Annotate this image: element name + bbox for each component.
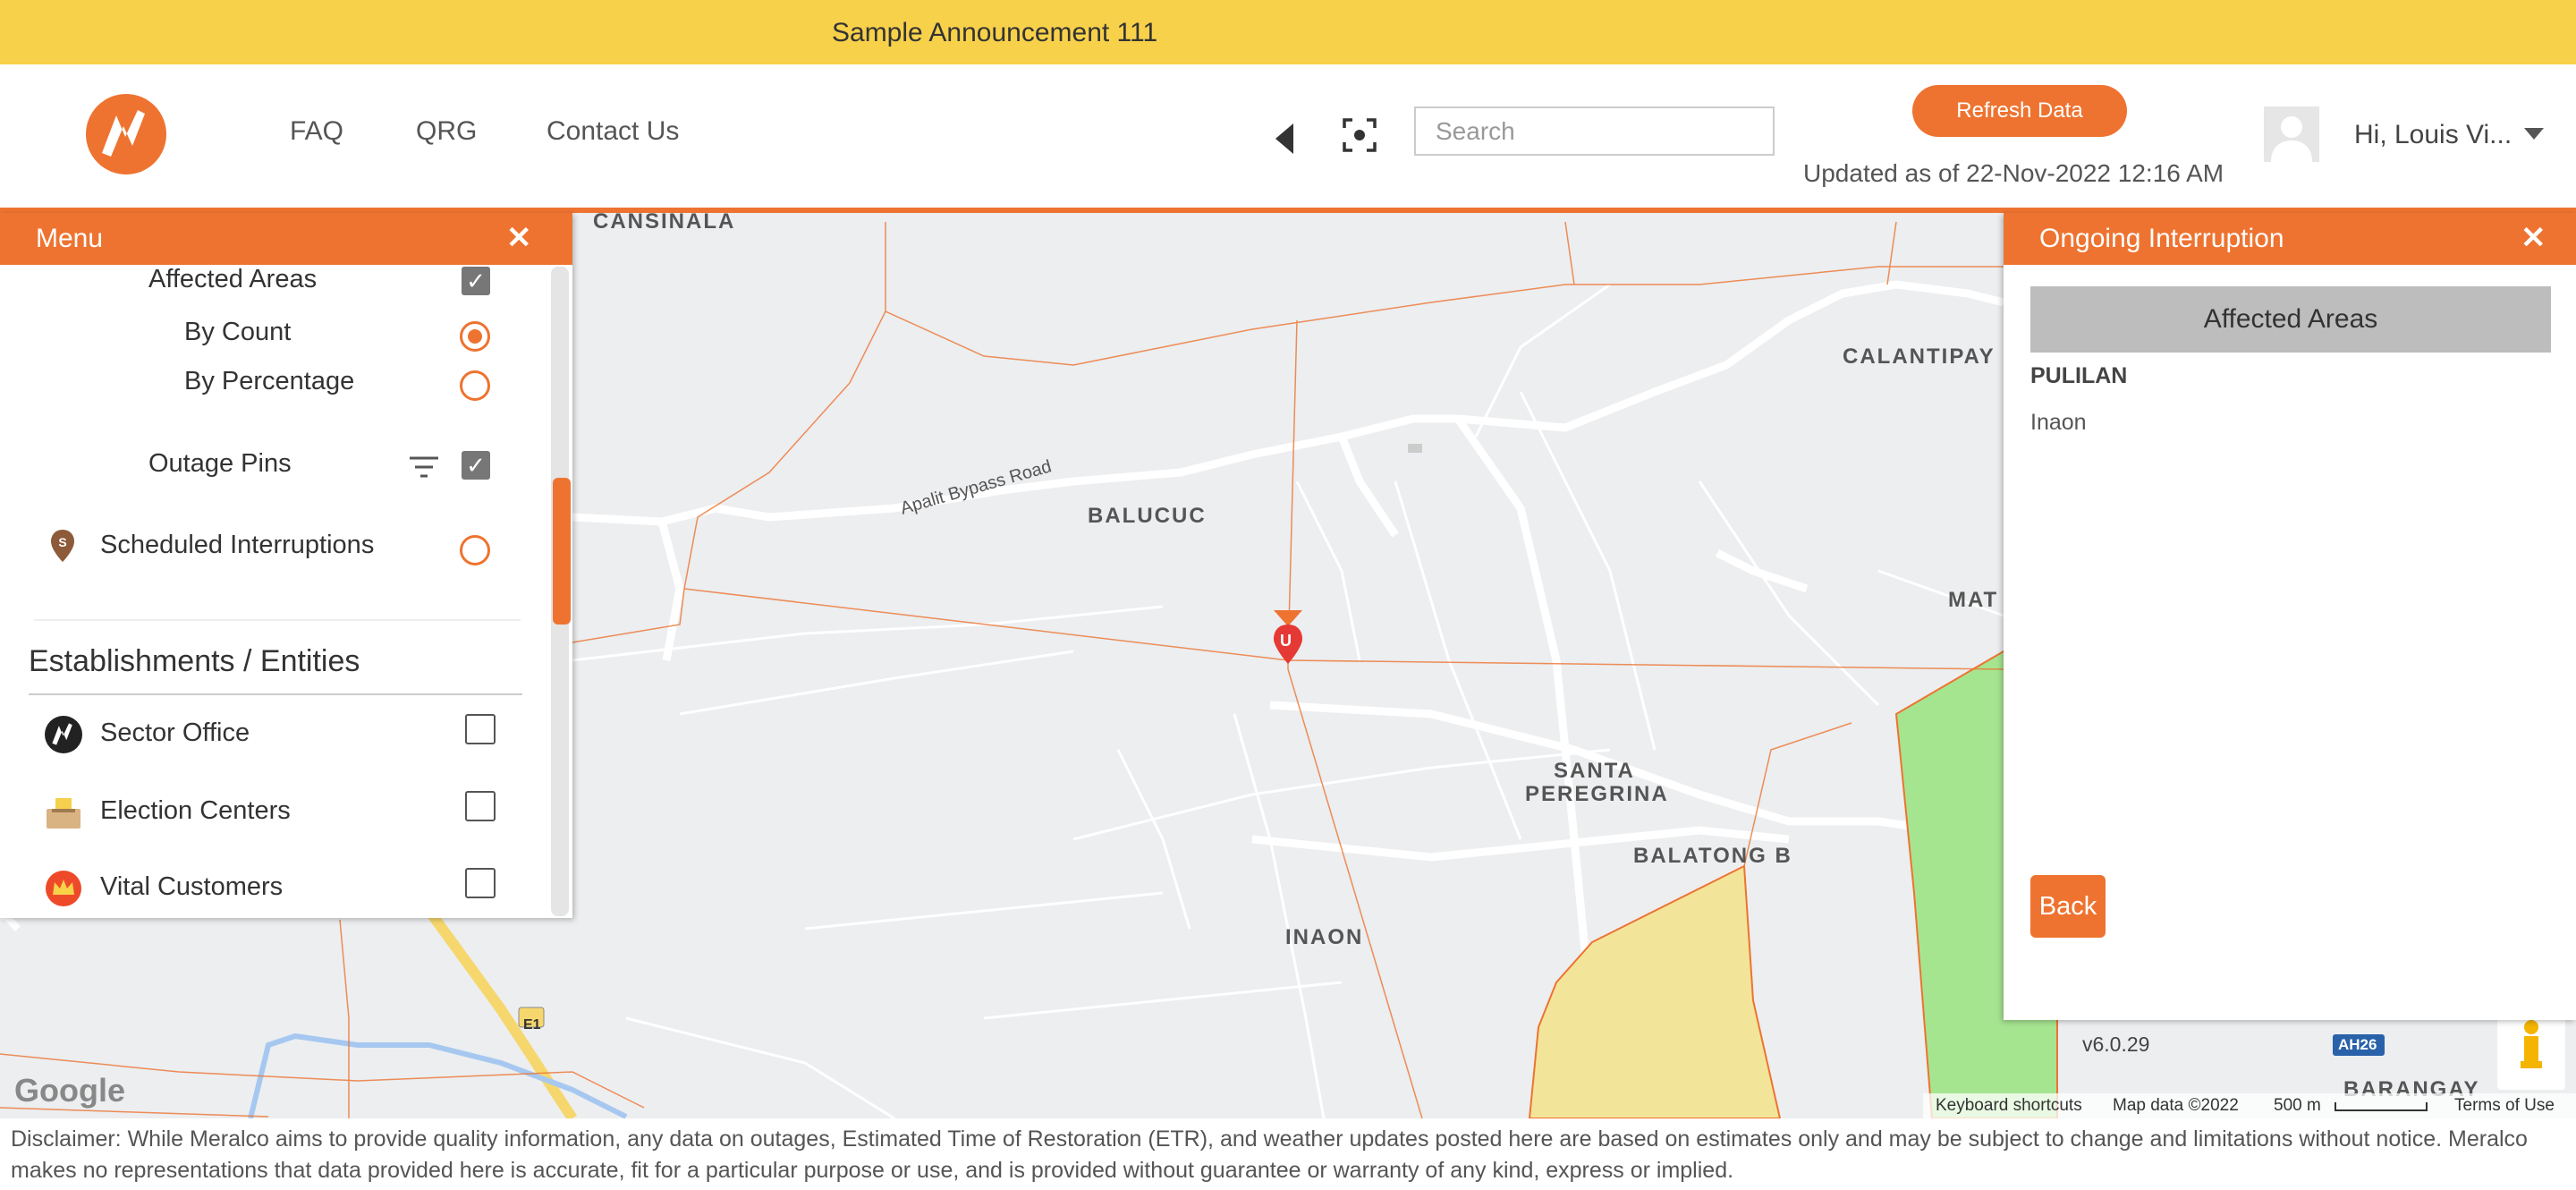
by-percentage-label: By Percentage [184, 367, 355, 395]
menu-header: Menu ✕ [0, 213, 572, 265]
entity-label: Vital Customers [100, 872, 284, 901]
disclaimer-text: Disclaimer: While Meralco aims to provid… [11, 1126, 2528, 1183]
election-centers-checkbox[interactable] [465, 791, 496, 821]
collapse-left-icon[interactable] [1275, 123, 1293, 154]
svg-text:S: S [58, 535, 66, 549]
nav-qrg[interactable]: QRG [416, 116, 477, 147]
ongoing-interruption-header: Ongoing Interruption ✕ [2004, 213, 2576, 265]
by-count-radio[interactable] [460, 321, 490, 352]
version-text: v6.0.29 [2082, 1033, 2150, 1056]
outage-pins-label: Outage Pins [148, 449, 292, 478]
map-label-peregrina: PEREGRINA [1525, 782, 1669, 806]
affected-areas-button[interactable]: Affected Areas [2030, 286, 2551, 353]
menu-title: Menu [36, 224, 104, 253]
entity-label: Election Centers [100, 796, 291, 825]
by-count-label: By Count [184, 318, 292, 346]
map-attribution: Keyboard shortcuts Map data ©2022 500 m … [1923, 1093, 2576, 1118]
map-label-santa: SANTA [1554, 759, 1635, 783]
menu-panel: Menu ✕ Affected Areas ✓ By Count By Perc… [0, 213, 572, 918]
refresh-data-button[interactable]: Refresh Data [1912, 85, 2127, 137]
close-panel-icon[interactable]: ✕ [2521, 220, 2546, 256]
user-greeting[interactable]: Hi, Louis Vi... [2354, 120, 2512, 150]
back-button[interactable]: Back [2030, 875, 2106, 938]
ongoing-interruption-title: Ongoing Interruption [2039, 224, 2284, 253]
scheduled-interruptions-label: Scheduled Interruptions [100, 531, 375, 559]
affected-areas-checkbox[interactable]: ✓ [462, 267, 490, 295]
e1-route-badge: E1 [523, 1017, 541, 1033]
scale-text[interactable]: 500 m [2274, 1096, 2321, 1116]
keyboard-shortcuts-link[interactable]: Keyboard shortcuts [1936, 1096, 2082, 1116]
chevron-down-icon[interactable] [2524, 128, 2544, 140]
meralco-logo-icon [45, 716, 82, 753]
by-percentage-radio[interactable] [460, 370, 490, 401]
street-view-pegman-icon[interactable] [2497, 1009, 2565, 1090]
establishments-section-title: Establishments / Entities [29, 644, 360, 678]
scheduled-pin-icon: S [48, 528, 77, 564]
crown-icon [45, 870, 82, 907]
filter-icon[interactable] [408, 455, 440, 480]
map-label-calantipay: CALANTIPAY [1843, 344, 1996, 369]
terms-of-use-link[interactable]: Terms of Use [2454, 1096, 2555, 1116]
sector-office-checkbox[interactable] [465, 714, 496, 744]
announcement-text: Sample Announcement 111 [832, 18, 1158, 47]
affected-areas-label: Affected Areas [148, 265, 318, 293]
ongoing-interruption-panel: Ongoing Interruption ✕ Affected Areas PU… [2004, 213, 2576, 1020]
divider [34, 619, 521, 621]
nav-faq[interactable]: FAQ [290, 116, 343, 147]
scale-bar [2334, 1102, 2428, 1111]
map-label-cansinala: CANSINALA [593, 213, 736, 234]
updated-timestamp: Updated as of 22-Nov-2022 12:16 AM [1803, 159, 2224, 187]
entity-label: Sector Office [100, 718, 250, 747]
announcement-bar: Sample Announcement 111 [0, 0, 2576, 64]
menu-scrollbar-thumb[interactable] [553, 478, 571, 625]
search-input[interactable] [1414, 106, 1775, 156]
barangay-name: Inaon [2030, 410, 2087, 435]
meralco-logo-icon[interactable] [86, 94, 166, 174]
close-menu-icon[interactable]: ✕ [506, 220, 532, 256]
outage-pin-icon[interactable]: U [1280, 632, 1292, 650]
scheduled-interruptions-radio[interactable] [460, 535, 490, 565]
ah26-route-badge: AH26 [2338, 1036, 2377, 1053]
vital-customers-checkbox[interactable] [465, 868, 496, 898]
map-label-inaon: INAON [1285, 925, 1364, 949]
map-label-balatong-b: BALATONG B [1633, 844, 1792, 868]
map-data-text: Map data ©2022 [2113, 1096, 2239, 1115]
nav-contact-us[interactable]: Contact Us [547, 116, 679, 147]
avatar[interactable] [2264, 106, 2319, 162]
outage-pins-checkbox[interactable]: ✓ [462, 451, 490, 480]
ballot-box-icon [45, 795, 82, 830]
map-label-mat: MAT [1948, 588, 1999, 612]
focus-location-icon[interactable] [1342, 117, 1377, 153]
city-name: PULILAN [2030, 363, 2128, 388]
map-label-balucuc: BALUCUC [1088, 504, 1207, 528]
google-logo[interactable]: Google [14, 1072, 125, 1109]
section-divider [29, 693, 522, 695]
